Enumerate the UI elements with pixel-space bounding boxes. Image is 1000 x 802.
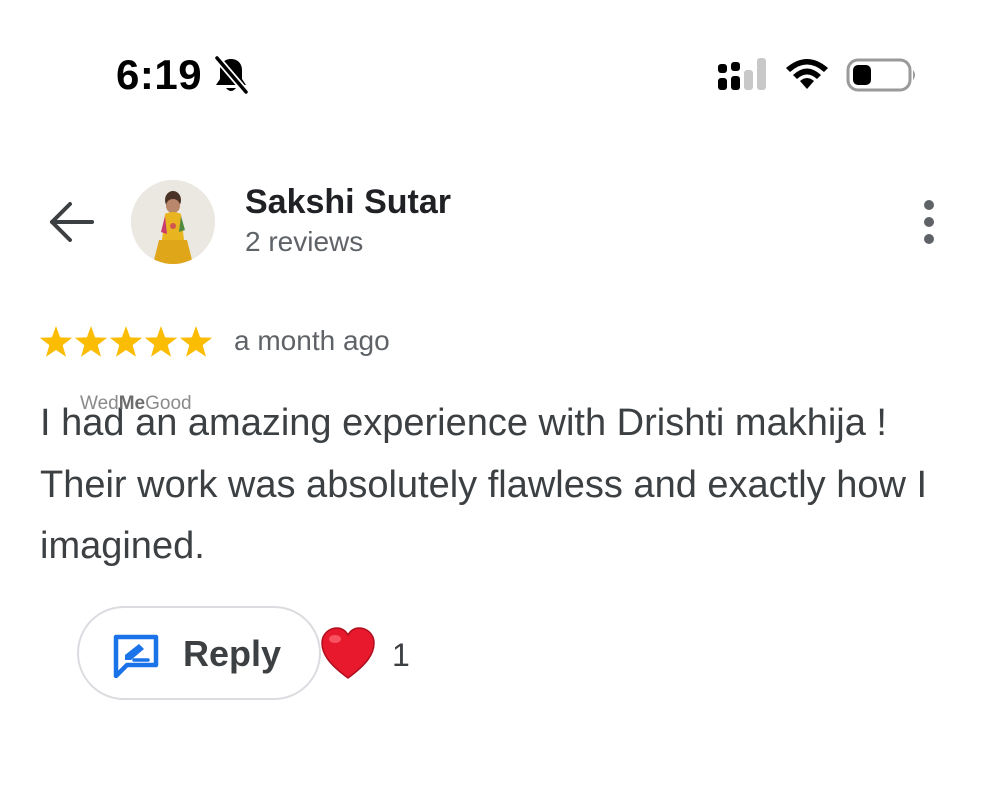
star-icon xyxy=(179,326,213,357)
wifi-icon xyxy=(786,59,828,89)
reply-button[interactable]: Reply xyxy=(77,606,321,700)
star-icon xyxy=(109,326,143,357)
more-vertical-icon[interactable] xyxy=(910,198,948,246)
reaction-count: 1 xyxy=(392,637,410,673)
battery-icon xyxy=(846,58,915,92)
watermark-part-bold: Me xyxy=(118,393,146,414)
reviewer-name[interactable]: Sakshi Sutar xyxy=(245,182,451,222)
star-icon xyxy=(144,326,178,357)
star-rating xyxy=(39,326,213,357)
bell-slash-icon xyxy=(213,55,250,95)
status-time: 6:19 xyxy=(116,51,203,98)
star-icon xyxy=(74,326,108,357)
reply-edit-icon xyxy=(113,634,159,678)
avatar[interactable] xyxy=(131,180,215,264)
review-text: I had an amazing experience with Drishti… xyxy=(40,402,928,567)
reply-label: Reply xyxy=(183,633,282,674)
watermark-part: Wed xyxy=(80,393,119,414)
avatar-photo xyxy=(131,180,215,264)
watermark-logo: WedMeGood xyxy=(80,392,192,416)
review-time: a month ago xyxy=(234,325,390,356)
red-heart-icon[interactable] xyxy=(319,626,377,682)
back-arrow-icon[interactable] xyxy=(46,198,98,246)
cellular-signal-icon xyxy=(718,58,766,90)
star-icon xyxy=(39,326,73,357)
watermark-part: Good xyxy=(145,393,192,414)
reviewer-review-count[interactable]: 2 reviews xyxy=(245,225,363,259)
